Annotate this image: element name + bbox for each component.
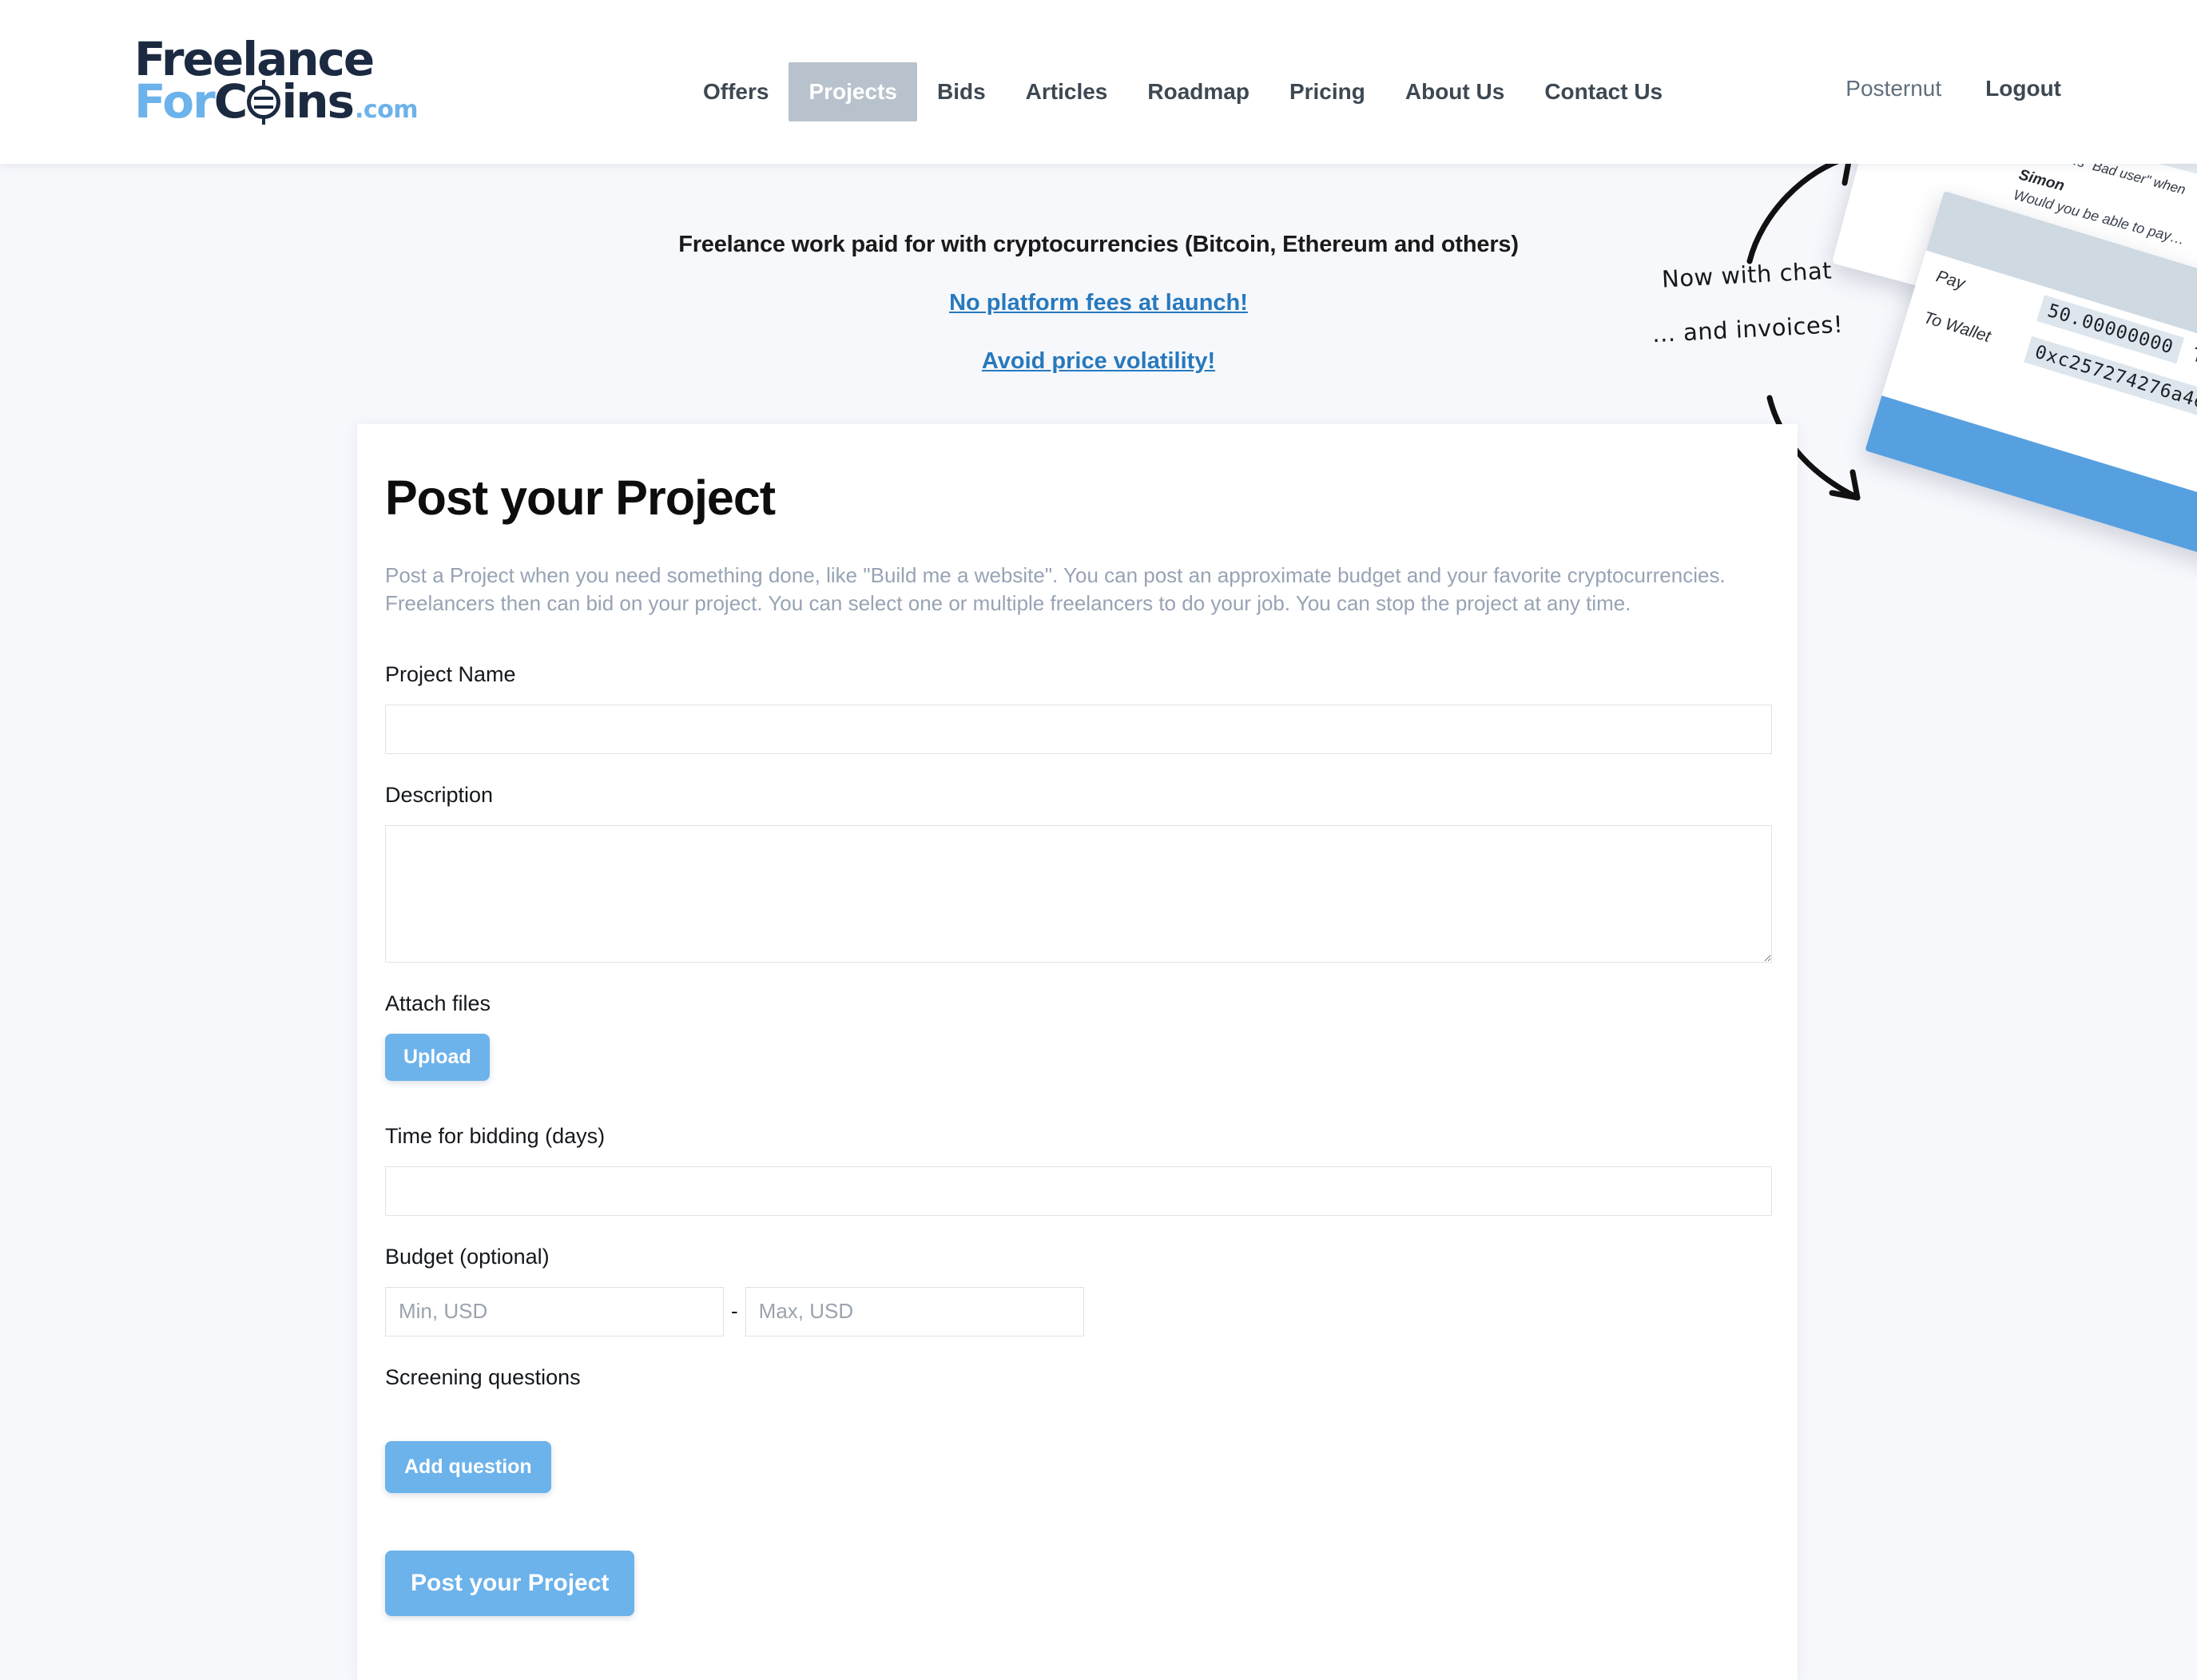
tagline-headline: Freelance work paid for with cryptocurre… (678, 232, 1519, 257)
logout-link[interactable]: Logout (1985, 76, 2061, 101)
nav-item-pricing[interactable]: Pricing (1269, 68, 1385, 116)
nav-item-about-us[interactable]: About Us (1385, 68, 1524, 116)
time-for-bidding-label: Time for bidding (days) (385, 1123, 606, 1148)
budget-max-input[interactable] (745, 1286, 1084, 1336)
site-header: Freelance For C ins .com Offers Projects… (0, 0, 2197, 164)
field-group-attach-files: Attach files Upload (385, 991, 1770, 1081)
project-name-input[interactable] (385, 704, 1772, 754)
nav-item-contact-us[interactable]: Contact Us (1524, 68, 1683, 116)
tagline-link-no-fees[interactable]: No platform fees at launch! (0, 290, 2197, 316)
user-navigation: Posternut Logout (1845, 76, 2061, 101)
logo-text-for: For (134, 74, 216, 129)
logo-text-ins: ins (281, 74, 355, 129)
budget-min-input[interactable] (385, 1286, 724, 1336)
add-question-button[interactable]: Add question (385, 1440, 551, 1493)
description-textarea[interactable] (385, 824, 1772, 963)
field-group-project-name: Project Name (385, 661, 1772, 754)
screening-questions-label: Screening questions (385, 1364, 581, 1389)
budget-label: Budget (optional) (385, 1244, 550, 1269)
post-project-submit-button[interactable]: Post your Project (385, 1550, 635, 1616)
promo-invoice-footer (1865, 395, 2197, 579)
field-group-screening-questions: Screening questions Add question (385, 1365, 1770, 1493)
field-group-time-for-bidding: Time for bidding (days) (385, 1123, 1772, 1216)
logo-text-c: C (213, 74, 248, 129)
page-title: Post your Project (385, 471, 776, 525)
site-logo[interactable]: Freelance For C ins .com (134, 36, 419, 129)
post-project-card: Post your Project Post a Project when yo… (357, 424, 1798, 1680)
nav-item-projects[interactable]: Projects (789, 62, 917, 121)
main-navigation: Offers Projects Bids Articles Roadmap Pr… (683, 62, 1683, 121)
user-account-link[interactable]: Posternut (1845, 76, 1941, 101)
coin-icon (247, 80, 281, 125)
field-group-budget: Budget (optional) - (385, 1245, 1770, 1336)
attach-files-label: Attach files (385, 991, 491, 1015)
nav-item-offers[interactable]: Offers (683, 68, 789, 116)
description-label: Description (385, 782, 494, 807)
nav-item-bids[interactable]: Bids (917, 68, 1006, 116)
tagline-section: Freelance work paid for with cryptocurre… (0, 164, 2197, 375)
budget-separator: - (731, 1299, 738, 1324)
nav-item-articles[interactable]: Articles (1006, 68, 1128, 116)
time-for-bidding-input[interactable] (385, 1166, 1772, 1216)
nav-item-roadmap[interactable]: Roadmap (1127, 68, 1269, 116)
project-name-label: Project Name (385, 661, 516, 686)
page-description: Post a Project when you need something d… (385, 563, 1726, 616)
budget-row: - (385, 1286, 1770, 1336)
logo-text-dotcom: .com (355, 96, 419, 125)
upload-button[interactable]: Upload (385, 1033, 490, 1081)
field-group-description: Description (385, 782, 1772, 963)
tagline-link-volatility[interactable]: Avoid price volatility! (0, 348, 2197, 375)
